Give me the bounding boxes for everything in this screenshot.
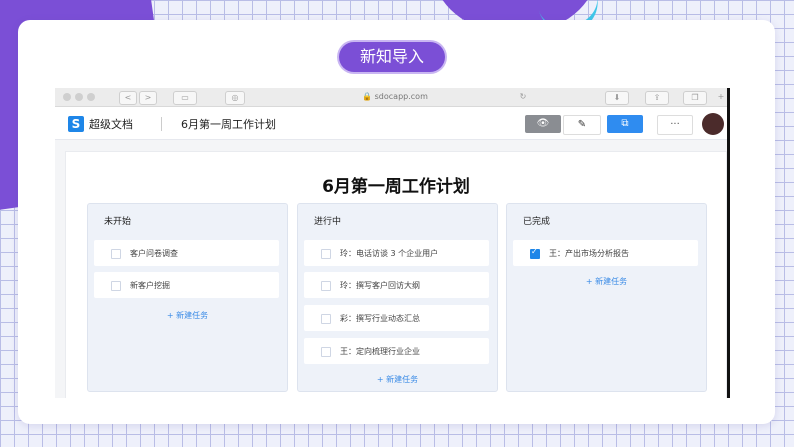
column-title: 未开始 (104, 217, 132, 227)
window-zoom-dot[interactable] (87, 93, 95, 101)
sidebar-icon[interactable]: ▭ (173, 91, 197, 105)
task-card[interactable]: 玲：撰写客户回访大纲 (304, 272, 489, 298)
kanban-board: 6月第一周工作计划 未开始 客户问卷调查 新客户挖掘 + 新建任务 进行中 玲：… (65, 151, 727, 398)
task-text: 玲：撰写客户回访大纲 (340, 281, 420, 290)
reload-icon[interactable]: ↻ (517, 91, 529, 103)
task-text: 新客户挖掘 (130, 281, 170, 290)
task-card[interactable]: 王：产出市场分析报告 (513, 240, 698, 266)
back-button[interactable]: < (119, 91, 137, 105)
edge-bar (727, 88, 730, 398)
new-tab-icon[interactable]: + (715, 91, 727, 103)
share-icon[interactable]: ⇪ (645, 91, 669, 105)
task-text: 彩：撰写行业动态汇总 (340, 314, 420, 323)
task-checkbox[interactable] (321, 281, 331, 291)
window-close-dot[interactable] (63, 93, 71, 101)
address-bar[interactable]: 🔒 sdocapp.com (260, 91, 530, 103)
new-task-button[interactable]: + 新建任务 (507, 276, 706, 287)
shield-icon[interactable]: ◎ (225, 91, 245, 105)
app-header: S 超级文档 6月第一周工作计划 👁 ✎ ⧉ ··· (55, 107, 728, 140)
browser-window: < > ▭ ◎ 🔒 sdocapp.com ↻ ⬇ ⇪ ❐ + S 超级文档 6… (55, 88, 728, 398)
app-logo: S (68, 116, 84, 132)
present-icon[interactable]: ⧉ (607, 115, 643, 133)
task-checkbox[interactable] (111, 249, 121, 259)
task-checkbox[interactable] (321, 347, 331, 357)
task-checkbox[interactable] (111, 281, 121, 291)
task-checkbox[interactable] (321, 249, 331, 259)
column-in-progress: 进行中 玲：电话访谈 3 个企业用户 玲：撰写客户回访大纲 彩：撰写行业动态汇总… (297, 203, 498, 392)
eye-icon[interactable]: 👁 (525, 115, 561, 133)
column-title: 进行中 (314, 217, 342, 227)
browser-chrome: < > ▭ ◎ 🔒 sdocapp.com ↻ ⬇ ⇪ ❐ + (55, 88, 728, 107)
new-task-button[interactable]: + 新建任务 (88, 310, 287, 321)
task-checkbox-checked[interactable] (530, 247, 540, 259)
pencil-icon[interactable]: ✎ (563, 115, 601, 135)
task-card[interactable]: 新客户挖掘 (94, 272, 279, 298)
task-text: 王：定向梳理行业企业 (340, 347, 420, 356)
task-checkbox[interactable] (321, 314, 331, 324)
tabs-icon[interactable]: ❐ (683, 91, 707, 105)
app-name: 超级文档 (89, 118, 133, 131)
task-card[interactable]: 玲：电话访谈 3 个企业用户 (304, 240, 489, 266)
avatar[interactable] (702, 113, 724, 135)
document-title[interactable]: 6月第一周工作计划 (181, 116, 276, 132)
task-text: 玲：电话访谈 3 个企业用户 (340, 249, 439, 258)
new-task-button[interactable]: + 新建任务 (298, 374, 497, 385)
column-done: 已完成 王：产出市场分析报告 + 新建任务 (506, 203, 707, 392)
more-button[interactable]: ··· (657, 115, 693, 135)
board-heading: 6月第一周工作计划 (322, 177, 470, 197)
task-text: 客户问卷调查 (130, 249, 178, 258)
download-icon[interactable]: ⬇ (605, 91, 629, 105)
task-text: 王：产出市场分析报告 (549, 249, 629, 258)
task-card[interactable]: 王：定向梳理行业企业 (304, 338, 489, 364)
slide-title-pill: 新知导入 (339, 42, 445, 72)
column-not-started: 未开始 客户问卷调查 新客户挖掘 + 新建任务 (87, 203, 288, 392)
task-card[interactable]: 彩：撰写行业动态汇总 (304, 305, 489, 331)
column-title: 已完成 (523, 217, 551, 227)
divider (161, 117, 162, 131)
window-minimize-dot[interactable] (75, 93, 83, 101)
url-text: sdocapp.com (374, 92, 428, 101)
forward-button[interactable]: > (139, 91, 157, 105)
task-card[interactable]: 客户问卷调查 (94, 240, 279, 266)
